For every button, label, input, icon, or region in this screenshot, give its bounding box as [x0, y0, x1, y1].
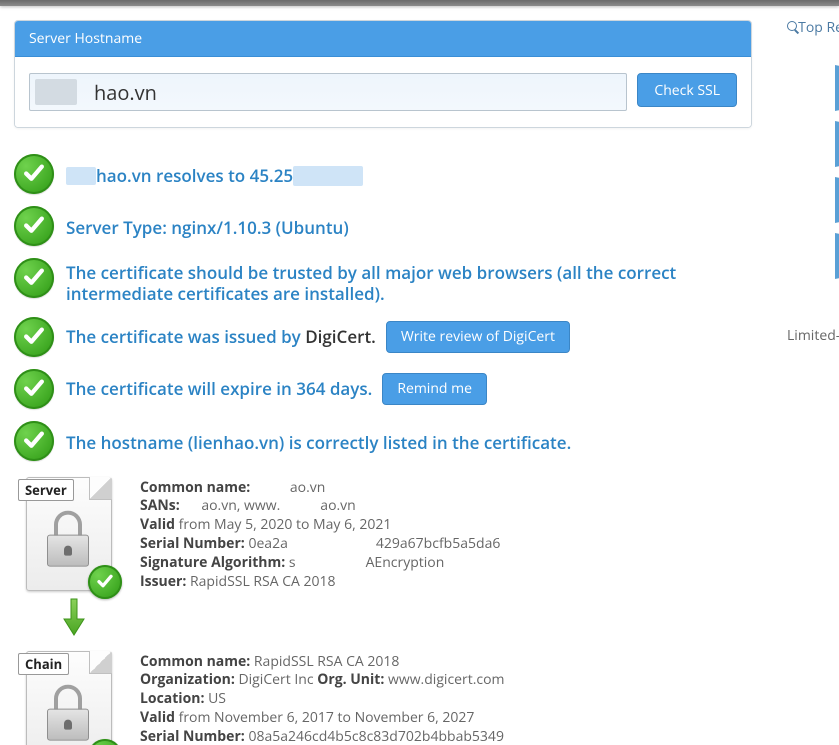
checks-list: hao.vn resolves to 45.25 Server Type: ng…	[14, 154, 752, 461]
server-cert-info: Common name: ao.vn SANs: ao.vn, www. ao.v…	[140, 473, 752, 593]
check-badge-icon	[88, 565, 122, 599]
check-text-expire: The certificate will expire in 364 days.	[66, 378, 372, 399]
sidebar-item[interactable]	[835, 65, 839, 111]
redaction-mask	[293, 166, 363, 186]
serial-b: 429a67bcfb5a5da6	[376, 534, 501, 553]
serial-value: 08a5a246cd4b5c8c83d702b4bbab5349	[248, 727, 504, 745]
issuer-value: RapidSSL RSA CA 2018	[190, 572, 336, 591]
top-reviews-link[interactable]: Top Re	[787, 18, 839, 37]
serial-label: Serial Number:	[140, 727, 245, 745]
chain-arrow-icon	[60, 597, 752, 637]
check-icon	[14, 317, 54, 357]
org-label: Organization:	[140, 670, 235, 689]
hostname-panel: Server Hostname Check SSL	[14, 20, 752, 128]
check-text-issued: The certificate was issued by DigiCert.	[66, 326, 376, 347]
loc-value: US	[208, 689, 226, 708]
check-row-trusted: The certificate should be trusted by all…	[14, 258, 752, 305]
issuer-name: DigiCert.	[305, 325, 376, 348]
sigalg-label: Signature Algorithm:	[140, 553, 285, 572]
check-icon	[14, 421, 54, 461]
check-row-servertype: Server Type: nginx/1.10.3 (Ubuntu)	[14, 206, 752, 246]
top-link-label: Top Re	[798, 18, 839, 37]
redaction-mask	[66, 167, 96, 185]
sidebar-item[interactable]	[835, 233, 839, 279]
valid-label: Valid	[140, 708, 175, 727]
redaction-mask	[296, 555, 366, 569]
redaction-mask	[288, 536, 376, 550]
host-input-wrap	[29, 73, 627, 111]
check-row-expire: The certificate will expire in 364 days.…	[14, 369, 752, 409]
valid-label: Valid	[140, 515, 175, 534]
cn-label: Common name:	[140, 652, 250, 671]
sidebar: Top Re Limited-	[783, 18, 839, 738]
cn-label: Common name:	[140, 478, 250, 497]
check-ssl-button[interactable]: Check SSL	[637, 73, 737, 107]
check-icon	[14, 154, 54, 194]
check-row-hostname: The hostname (lienhao.vn) is correctly l…	[14, 421, 752, 461]
check-row-issued: The certificate was issued by DigiCert. …	[14, 317, 752, 357]
cn-value: ao.vn	[290, 478, 325, 497]
sigalg-value: AEncryption	[366, 553, 445, 572]
check-icon	[14, 258, 54, 298]
remind-me-button[interactable]: Remind me	[382, 373, 487, 405]
check-text-servertype: Server Type: nginx/1.10.3 (Ubuntu)	[66, 213, 349, 238]
sidebar-item[interactable]	[835, 177, 839, 223]
cert-icon-col: Server	[14, 473, 122, 593]
chain-cert-info: Common name: RapidSSL RSA CA 2018 Organi…	[140, 647, 752, 745]
certificate-chain-icon: Chain	[20, 647, 116, 745]
sans-value-b: ao.vn	[320, 496, 355, 515]
check-text: hao.vn resolves to 45.25	[66, 161, 363, 186]
panel-title: Server Hostname	[15, 21, 751, 57]
panel-body: Check SSL	[15, 57, 751, 127]
serial-a: 0ea2a	[248, 534, 287, 553]
hostname-input[interactable]	[29, 73, 627, 111]
cert-tag: Chain	[18, 653, 69, 675]
check-icon	[14, 206, 54, 246]
redaction-mask	[254, 480, 290, 494]
check-icon	[14, 369, 54, 409]
main-content: Server Hostname Check SSL hao.vn resolve…	[14, 20, 752, 745]
orgunit-value: www.digicert.com	[388, 670, 505, 689]
check-text-trusted: The certificate should be trusted by all…	[66, 258, 752, 305]
valid-value: from November 6, 2017 to November 6, 202…	[179, 708, 475, 727]
redaction-mask	[280, 498, 320, 512]
sans-value-a: ao.vn, www.	[201, 496, 280, 515]
redaction-mask	[183, 498, 201, 512]
cert-tag: Server	[18, 479, 74, 501]
issuer-label: Issuer:	[140, 572, 186, 591]
sidebar-item[interactable]	[835, 121, 839, 167]
server-cert-block: Server Common name: ao.vn SANs: ao.vn, w…	[14, 473, 752, 593]
valid-value: from May 5, 2020 to May 6, 2021	[179, 515, 392, 534]
check-text-hostname: The hostname (lienhao.vn) is correctly l…	[66, 428, 571, 453]
check-text-resolve: hao.vn resolves to 45.25	[96, 164, 293, 187]
search-icon	[787, 21, 793, 35]
check-row-resolve: hao.vn resolves to 45.25	[14, 154, 752, 194]
chain-cert-block: Chain Common name: RapidSSL RSA CA 2018 …	[14, 647, 752, 745]
issued-prefix: The certificate was issued by	[66, 325, 305, 348]
limited-text: Limited-	[787, 326, 839, 345]
sans-label: SANs:	[140, 496, 180, 515]
write-review-button[interactable]: Write review of DigiCert	[386, 321, 570, 353]
orgunit-label: Org. Unit:	[317, 670, 384, 689]
serial-label: Serial Number:	[140, 534, 245, 553]
org-value: DigiCert Inc	[238, 670, 313, 689]
cert-icon-col: Chain	[14, 647, 122, 745]
cn-value: RapidSSL RSA CA 2018	[254, 652, 400, 671]
loc-label: Location:	[140, 689, 204, 708]
certificate-server-icon: Server	[20, 473, 116, 593]
